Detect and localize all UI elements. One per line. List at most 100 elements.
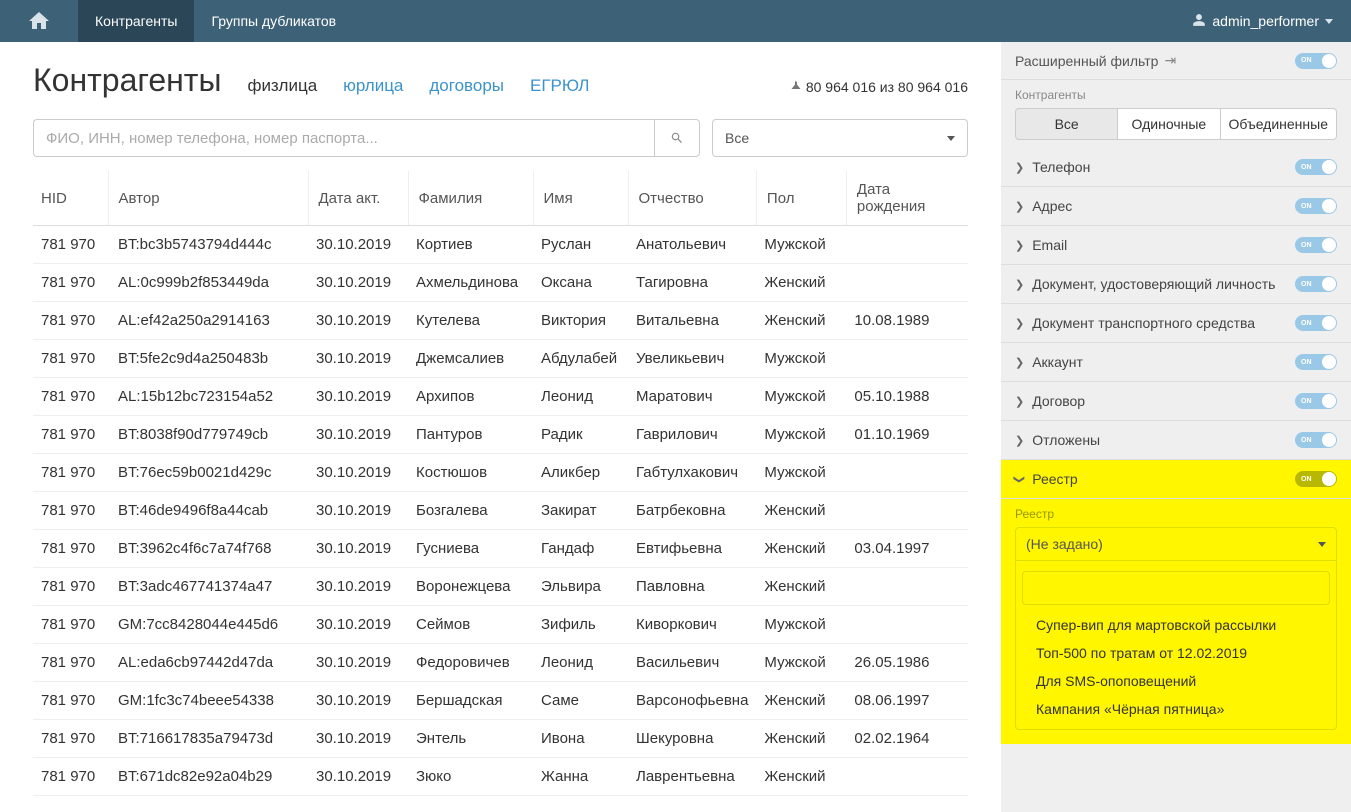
cell-date: 30.10.2019 — [308, 226, 408, 264]
filter-individuals[interactable]: физлица — [247, 76, 317, 96]
registry-option[interactable]: Супер-вип для мартовской рассылки — [1016, 611, 1336, 639]
col-date-act[interactable]: Дата акт. — [308, 171, 408, 226]
table-row[interactable]: 781 970BT:46de9496f8a44cab30.10.2019Бозг… — [33, 492, 968, 530]
toggle-panel[interactable]: ON — [1295, 53, 1337, 69]
btn-all[interactable]: Все — [1015, 108, 1118, 140]
table-row[interactable]: 781 970AL:eda6cb97442d47da30.10.2019Федо… — [33, 644, 968, 682]
cell-sn: Бершадская — [408, 682, 533, 720]
toggle-vehicle-document[interactable]: ON — [1295, 315, 1337, 331]
filter-panel-header: Расширенный фильтр ⇥ ON — [1001, 42, 1351, 80]
registry-options-panel: Супер-вип для мартовской рассылки Топ-50… — [1015, 561, 1337, 730]
table-row[interactable]: 781 970AL:0c999b2f853449da30.10.2019Ахме… — [33, 264, 968, 302]
cell-hid: 781 970 — [33, 682, 108, 720]
cell-dob: 08.06.1997 — [846, 682, 968, 720]
nav-duplicate-groups[interactable]: Группы дубликатов — [194, 0, 353, 42]
filter-email[interactable]: ❯ Email ON — [1001, 226, 1351, 265]
user-menu[interactable]: admin_performer — [1174, 0, 1351, 42]
filter-registry[interactable]: ❯ Реестр ON — [1001, 460, 1351, 499]
cell-dob: 10.08.1989 — [846, 302, 968, 340]
toggle-address[interactable]: ON — [1295, 198, 1337, 214]
filter-address[interactable]: ❯ Адрес ON — [1001, 187, 1351, 226]
table-row[interactable]: 781 970BT:76ec59b0021d429c30.10.2019Кост… — [33, 454, 968, 492]
toggle-registry[interactable]: ON — [1295, 471, 1337, 487]
col-sex[interactable]: Пол — [756, 171, 846, 226]
toggle-id-document[interactable]: ON — [1295, 276, 1337, 292]
cell-pt: Анатольевич — [628, 226, 756, 264]
filter-egrul[interactable]: ЕГРЮЛ — [530, 76, 589, 96]
cell-pt: Витальевна — [628, 302, 756, 340]
cell-hid: 781 970 — [33, 340, 108, 378]
filter-legal[interactable]: юрлица — [343, 76, 403, 96]
toggle-contract[interactable]: ON — [1295, 393, 1337, 409]
search-input[interactable] — [33, 119, 654, 157]
search-icon — [670, 131, 684, 145]
cell-sex: Мужской — [756, 454, 846, 492]
pin-icon[interactable]: ⇥ — [1164, 52, 1176, 69]
table-row[interactable]: 781 970BT:5fe2c9d4a250483b30.10.2019Джем… — [33, 340, 968, 378]
cell-n: Саме — [533, 682, 628, 720]
filter-id-document[interactable]: ❯ Документ, удостоверяющий личность ON — [1001, 265, 1351, 304]
toggle-postponed[interactable]: ON — [1295, 432, 1337, 448]
cell-hid: 781 970 — [33, 378, 108, 416]
cell-dob — [846, 492, 968, 530]
btn-merged[interactable]: Объединенные — [1221, 108, 1338, 140]
toggle-email[interactable]: ON — [1295, 237, 1337, 253]
cell-pt: Увеликьевич — [628, 340, 756, 378]
registry-option[interactable]: Топ-500 по тратам от 12.02.2019 — [1016, 639, 1336, 667]
col-name[interactable]: Имя — [533, 171, 628, 226]
table-row[interactable]: 781 970BT:3adc467741374a4730.10.2019Воро… — [33, 568, 968, 606]
cell-sex: Мужской — [756, 340, 846, 378]
cell-author: AL:0c999b2f853449da — [108, 264, 308, 302]
home-button[interactable] — [0, 0, 78, 42]
filter-dropdown[interactable]: Все — [712, 119, 968, 157]
table-row[interactable]: 781 970BT:671dc82e92a04b2930.10.2019Зюко… — [33, 758, 968, 796]
cell-n: Гандаф — [533, 530, 628, 568]
cell-sn: Федоровичев — [408, 644, 533, 682]
table-row[interactable]: 781 970GM:1fc3c74beee5433830.10.2019Берш… — [33, 682, 968, 720]
cell-n: Закират — [533, 492, 628, 530]
toggle-account[interactable]: ON — [1295, 354, 1337, 370]
btn-single[interactable]: Одиночные — [1118, 108, 1220, 140]
col-patronymic[interactable]: Отчество — [628, 171, 756, 226]
table-row[interactable]: 781 970BT:bc3b5743794d444c30.10.2019Корт… — [33, 226, 968, 264]
col-dob[interactable]: Дата рождения — [846, 171, 968, 226]
search-button[interactable] — [654, 119, 700, 157]
cell-sex: Мужской — [756, 416, 846, 454]
cell-author: BT:76ec59b0021d429c — [108, 454, 308, 492]
cell-sex: Женский — [756, 264, 846, 302]
col-author[interactable]: Автор — [108, 171, 308, 226]
cell-hid: 781 970 — [33, 568, 108, 606]
registry-option[interactable]: Для SMS-опоповещений — [1016, 667, 1336, 695]
registry-option[interactable]: Кампания «Чёрная пятница» — [1016, 695, 1336, 723]
cell-date: 30.10.2019 — [308, 302, 408, 340]
user-icon — [1192, 13, 1206, 30]
filter-contract[interactable]: ❯ Договор ON — [1001, 382, 1351, 421]
table-row[interactable]: 781 970BT:8038f90d779749cb30.10.2019Пант… — [33, 416, 968, 454]
table-row[interactable]: 781 970AL:ef42a250a291416330.10.2019Куте… — [33, 302, 968, 340]
cell-sn: Сеймов — [408, 606, 533, 644]
filter-phone[interactable]: ❯ Телефон ON — [1001, 148, 1351, 187]
table-row[interactable]: 781 970BT:716617835a79473d30.10.2019Энте… — [33, 720, 968, 758]
registry-dropdown[interactable]: (Не задано) — [1015, 527, 1337, 561]
table-row[interactable]: 781 970GM:7cc8428044e445d630.10.2019Сейм… — [33, 606, 968, 644]
cell-hid: 781 970 — [33, 302, 108, 340]
filter-panel: Расширенный фильтр ⇥ ON Контрагенты Все … — [1001, 42, 1351, 812]
filter-postponed[interactable]: ❯ Отложены ON — [1001, 421, 1351, 460]
cell-pt: Варсонофьевна — [628, 682, 756, 720]
home-icon — [27, 9, 51, 33]
filter-vehicle-document[interactable]: ❯ Документ транспортного средства ON — [1001, 304, 1351, 343]
table-row[interactable]: 781 970BT:3962c4f6c7a74f76830.10.2019Гус… — [33, 530, 968, 568]
filter-account[interactable]: ❯ Аккаунт ON — [1001, 343, 1351, 382]
registry-search-input[interactable] — [1022, 571, 1330, 605]
toggle-phone[interactable]: ON — [1295, 159, 1337, 175]
cell-date: 30.10.2019 — [308, 530, 408, 568]
col-hid[interactable]: HID — [33, 171, 108, 226]
table-row[interactable]: 781 970AL:15b12bc723154a5230.10.2019Архи… — [33, 378, 968, 416]
cell-pt: Маратович — [628, 378, 756, 416]
cell-sn: Воронежцева — [408, 568, 533, 606]
col-surname[interactable]: Фамилия — [408, 171, 533, 226]
filter-contracts[interactable]: договоры — [429, 76, 504, 96]
page-title: Контрагенты — [33, 62, 221, 99]
nav-contractors[interactable]: Контрагенты — [78, 0, 194, 42]
main-content: Контрагенты физлица юрлица договоры ЕГРЮ… — [0, 42, 1001, 812]
